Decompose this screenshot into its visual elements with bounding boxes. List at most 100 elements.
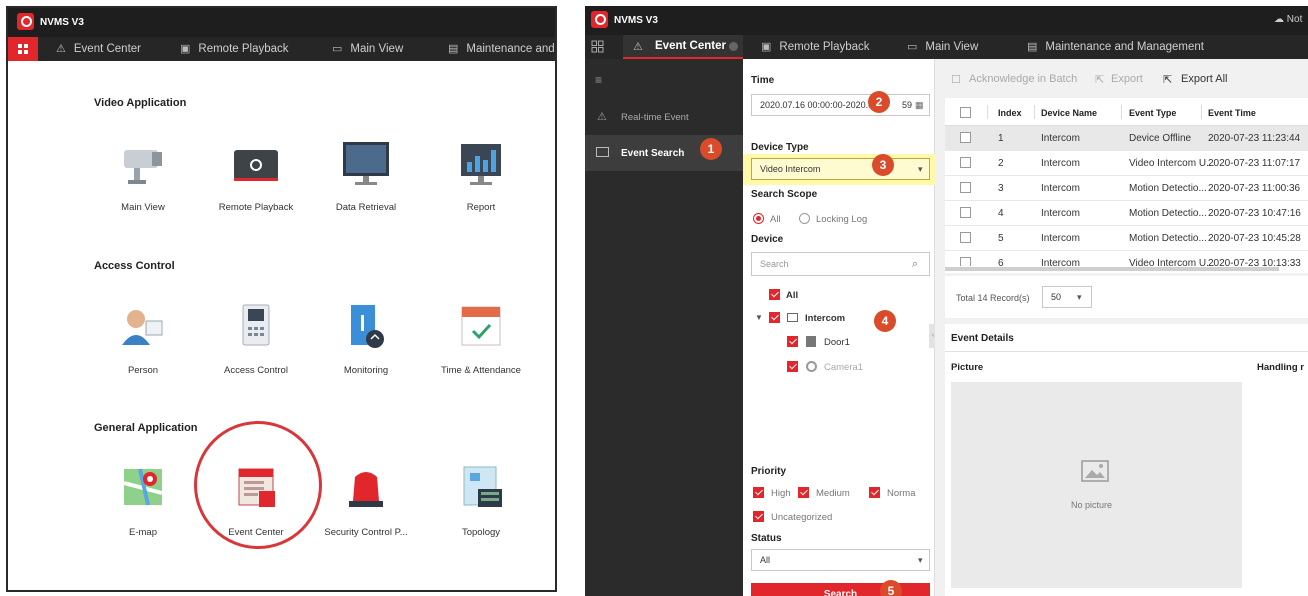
table-horizontal-scrollbar[interactable] [945,267,1279,271]
tree-all-checkbox[interactable] [769,289,780,300]
chevron-down-icon: ▾ [918,164,923,174]
step-badge-1: 1 [700,138,722,160]
tile-remote-playback[interactable]: Remote Playback [201,138,311,213]
calendar-icon[interactable]: ▦ [915,95,924,115]
sidebar-item-realtime-event[interactable]: ⚠ Real-time Event [585,101,743,131]
highlight-circle [194,421,322,549]
tab-event-center[interactable]: ⚠ Event Center [623,35,743,59]
tab-label: Remote Playback [198,43,289,55]
tab-label: Main View [925,41,979,53]
tile-time-attendance[interactable]: Time & Attendance [426,301,536,376]
page-size-select[interactable]: 50 ▾ [1042,286,1092,308]
group-title-access: Access Control [94,260,175,272]
search-record-icon [596,147,609,157]
image-placeholder-icon [1081,460,1109,482]
tile-report[interactable]: Report [426,138,536,213]
tile-security-control[interactable]: Security Control P... [311,463,421,538]
tile-person[interactable]: Person [88,301,198,376]
app-name: NVMS V3 [614,15,658,26]
home-grid-button[interactable] [8,37,38,61]
column-header[interactable]: Event Time [1208,108,1256,118]
access-terminal-icon [242,304,270,346]
search-button[interactable]: Search [751,583,930,596]
picture-label: Picture [951,362,984,373]
nav-bar: ⚠ Event Center ▣ Remote Playback ▭ Main Vie… [8,37,555,61]
row-checkbox[interactable] [960,157,971,168]
table-row[interactable]: 3 Intercom Motion Detectio... 2020-07-23… [945,176,1308,201]
tree-camera-label: Camera1 [824,362,864,373]
tab-remote-playback[interactable]: ▣ Remote Playback [761,35,870,59]
device-label: Device [751,234,784,245]
tab-maintenance[interactable]: ▤ Maintenance and Management [1027,35,1204,59]
report-chart-icon [461,144,501,185]
menu-toggle-icon[interactable]: ≡ [595,73,602,87]
export-button[interactable]: Export [1111,73,1143,85]
person-icon [122,310,163,345]
tree-camera-checkbox[interactable] [787,361,798,372]
tab-remote-playback[interactable]: ▣ Remote Playback [180,37,289,61]
tree-expand-icon[interactable]: ▼ [755,313,763,322]
row-checkbox[interactable] [960,257,971,266]
right-screenshot: NVMS V3 ☁ Not ⚠ Event Center ▣ Remote Pla… [585,6,1308,596]
priority-uncategorized-checkbox[interactable] [753,511,764,522]
column-header[interactable]: Index [998,108,1022,118]
close-tab-icon[interactable] [729,42,738,51]
table-row[interactable]: 1 Intercom Device Offline 2020-07-23 11:… [945,126,1308,151]
select-all-checkbox[interactable] [960,107,971,118]
tile-main-view[interactable]: Main View [88,138,198,213]
alarm-icon: ⚠ [56,43,66,55]
tree-intercom-checkbox[interactable] [769,312,780,323]
table-body: 1 Intercom Device Offline 2020-07-23 11:… [945,126,1308,266]
tile-monitoring[interactable]: Monitoring [311,301,421,376]
playback-screen-icon [234,150,278,181]
table-row[interactable]: 5 Intercom Motion Detectio... 2020-07-23… [945,226,1308,251]
tile-topology[interactable]: Topology [426,463,536,538]
home-grid-button[interactable] [585,35,611,59]
row-checkbox[interactable] [960,232,971,243]
priority-high-checkbox[interactable] [753,487,764,498]
tree-door-label: Door1 [824,337,850,348]
row-checkbox[interactable] [960,207,971,218]
table-row[interactable]: 6 Intercom Video Intercom U... 2020-07-2… [945,251,1308,266]
table-row[interactable]: 2 Intercom Video Intercom U... 2020-07-2… [945,151,1308,176]
priority-normal-checkbox[interactable] [869,487,880,498]
tile-access-control[interactable]: Access Control [201,301,311,376]
search-icon[interactable]: ⌕ [912,253,918,275]
connection-status: ☁ Not [1274,14,1303,25]
tab-maintenance[interactable]: ▤ Maintenance and [448,37,555,61]
row-checkbox[interactable] [960,132,971,143]
table-row[interactable]: 4 Intercom Motion Detectio... 2020-07-23… [945,201,1308,226]
tile-data-retrieval[interactable]: Data Retrieval [311,138,421,213]
tree-door-checkbox[interactable] [787,336,798,347]
device-type-select[interactable]: Video Intercom ▾ [751,158,930,180]
picture-placeholder: No picture [951,382,1242,588]
tab-label: Remote Playback [779,41,870,53]
time-range-field[interactable]: 2020.07.16 00:00:00-2020.07.2 59 ▦ [751,94,930,116]
export-all-button[interactable]: Export All [1181,73,1227,85]
device-search-input[interactable]: Search ⌕ [751,252,930,276]
tab-main-view[interactable]: ▭ Main View [907,35,978,59]
column-header[interactable]: Event Type [1129,108,1176,118]
map-icon [123,468,163,506]
tile-emap[interactable]: E-map [88,463,198,538]
priority-medium-checkbox[interactable] [798,487,809,498]
row-checkbox[interactable] [960,182,971,193]
scope-all-radio[interactable] [753,213,764,224]
pager: Total 14 Record(s) 50 ▾ [945,276,1308,318]
tab-event-center[interactable]: ⚠ Event Center [56,37,141,61]
calendar-icon [461,306,501,346]
tile-label: Monitoring [343,365,389,376]
alarm-siren-icon [349,472,383,507]
step-badge-5: 5 [880,580,902,596]
tab-main-view[interactable]: ▭ Main View [332,37,403,61]
acknowledge-batch-button[interactable]: Acknowledge in Batch [969,73,1077,85]
column-header[interactable]: Device Name [1041,108,1097,118]
tile-label: Report [466,202,496,213]
scope-locking-radio[interactable] [799,213,810,224]
tree-intercom-label: Intercom [805,313,846,324]
status-select[interactable]: All ▾ [751,549,930,571]
sidebar: ≡ ⚠ Real-time Event Event Search [585,59,743,596]
priority-normal-label: Norma [887,488,916,499]
intercom-device-icon [787,313,798,322]
device-type-label: Device Type [751,142,809,153]
